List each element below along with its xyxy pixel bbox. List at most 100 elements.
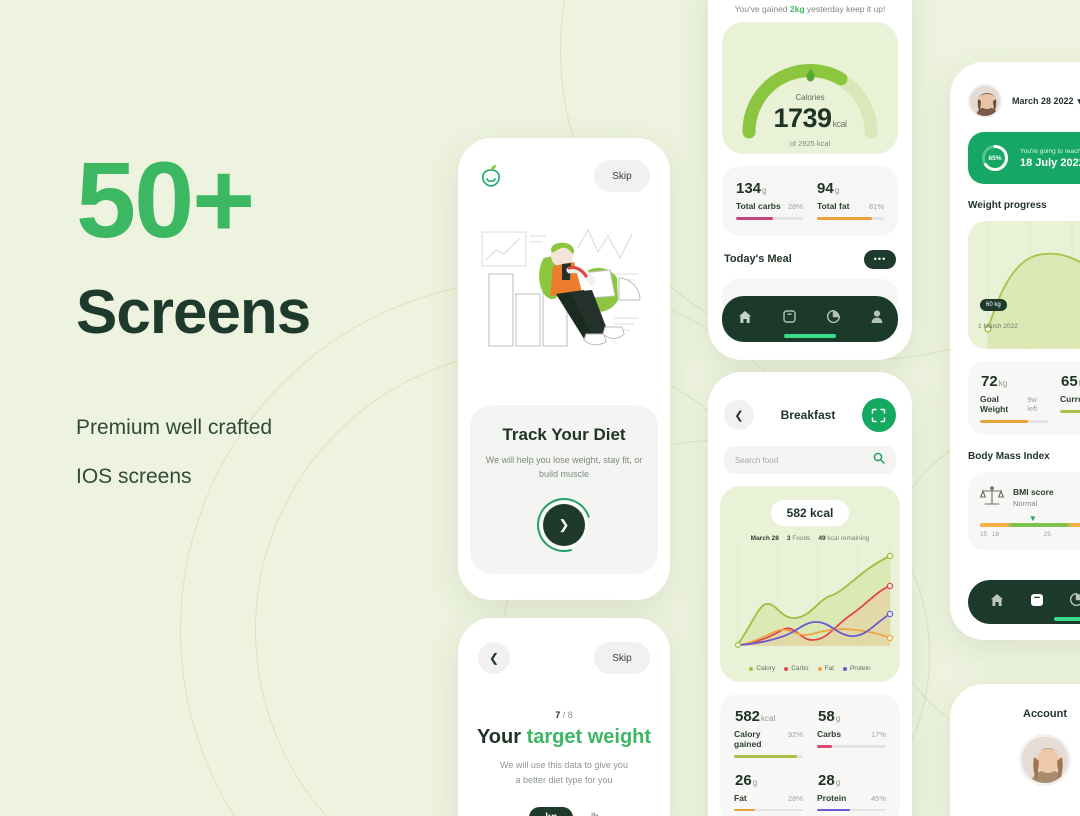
legend-item: Carbs <box>784 665 809 672</box>
nav-active-indicator <box>1054 617 1080 621</box>
weight-item: 72kg Goal Weight 9w left <box>980 373 1048 423</box>
onboarding-illustration <box>481 228 641 347</box>
back-button[interactable]: ❮ <box>724 400 754 430</box>
bottom-nav[interactable] <box>722 296 898 342</box>
phone-dashboard: You've gained 2kg yesterday keep it up! … <box>708 0 912 360</box>
account-title: Account <box>1023 708 1067 720</box>
bmi-status: Normal <box>1013 498 1038 508</box>
stat-unit: kcal <box>761 714 776 723</box>
bmi-tick: 15 <box>980 530 988 538</box>
stat-percent: 92% <box>787 730 803 739</box>
legend-item: Protein <box>842 665 871 672</box>
next-button[interactable]: ❯ <box>527 488 601 562</box>
scale-icon[interactable] <box>782 310 796 328</box>
stat-item: 582kcal Calory gained 92% <box>734 708 803 758</box>
stat-item: 28g Protein 45% <box>817 771 886 811</box>
macro-name: Total carbs <box>736 201 781 211</box>
stat-value: 58 <box>818 708 835 725</box>
bmi-tick: 18 <box>991 530 1000 538</box>
weight-name: Goal Weight <box>980 394 1009 414</box>
stat-percent: 17% <box>870 730 886 739</box>
stat-item: 26g Fat 28% <box>734 772 803 811</box>
scan-icon[interactable] <box>861 398 896 432</box>
meta-remaining-value: 49 <box>818 535 826 542</box>
step-indicator: 7 / 8 <box>458 710 670 720</box>
skip-button[interactable]: Skip <box>594 160 650 192</box>
hero-count: 50+ <box>76 139 255 260</box>
onboarding-title: Track Your Diet <box>502 425 626 444</box>
phone-breakfast: ❮ Breakfast Search food 582 kcal March 2… <box>708 372 912 816</box>
avatar[interactable] <box>1019 734 1071 786</box>
meta-foods-value: 3 <box>786 535 791 542</box>
search-icon[interactable] <box>873 451 885 469</box>
hero-description: Premium well crafted IOS screens <box>76 412 436 493</box>
goal-date: 18 July 2022 <box>1020 156 1080 169</box>
date-selector[interactable]: March 28 2022 ▾ <box>1012 96 1080 107</box>
pie-chart-icon[interactable] <box>826 309 840 328</box>
chart-tooltip: 60 kg <box>980 299 1007 311</box>
nav-home-indicator <box>784 334 836 338</box>
macro-item: 94g Total fat 81% <box>817 180 884 220</box>
chart-meta: March 28 3 Foods 49 kcal remaining <box>720 535 900 542</box>
unit-lb-option[interactable]: lb <box>591 812 599 816</box>
bottom-nav[interactable] <box>968 580 1080 624</box>
phone-account: Account <box>950 684 1080 816</box>
breakfast-title: Breakfast <box>780 408 836 422</box>
weight-summary-card: 72kg Goal Weight 9w left 65kg Current <box>968 361 1080 435</box>
person-icon[interactable] <box>871 310 883 328</box>
pie-chart-icon[interactable] <box>1069 592 1080 611</box>
bmi-header: BMI score Normal <box>979 484 1080 511</box>
weight-progress-section-title: Weight progress <box>968 200 1047 211</box>
macro-value: 134g <box>736 180 803 197</box>
apple-logo-icon <box>478 163 504 189</box>
scale-balance-icon <box>979 484 1005 511</box>
back-button[interactable]: ❮ <box>478 642 510 674</box>
bmi-ticks: 15 18 25 30 <box>980 531 1080 538</box>
stat-value: 28 <box>818 771 835 789</box>
hero-subtitle: Screens <box>76 278 311 347</box>
weight-value: 72 <box>981 373 998 390</box>
home-icon[interactable] <box>990 593 1004 612</box>
calories-target: of 2925 kcal <box>789 139 831 148</box>
macro-unit: g <box>762 186 767 195</box>
calories-gauge-content: Calories 1739kcal of 2925 kcal <box>722 68 898 148</box>
kcal-pill: 582 kcal <box>771 500 849 526</box>
stat-name: Fat <box>734 792 747 803</box>
phone-onboarding: Skip Track Your Diet We will help you lo… <box>458 138 670 600</box>
unit-toggle[interactable]: kg lb <box>458 806 670 816</box>
onboarding-description: We will help you lose weight, stay fit, … <box>485 455 643 480</box>
unit-kg-option[interactable]: kg <box>529 806 573 816</box>
more-options-button[interactable]: ••• <box>864 249 896 269</box>
flame-icon <box>722 68 898 84</box>
macro-percent: 28% <box>787 202 803 211</box>
macro-unit: g <box>834 186 840 195</box>
phone-target-weight: ❮ Skip 7 / 8 Your target weight We will … <box>458 618 670 816</box>
stat-percent: 28% <box>787 793 803 803</box>
weight-value: 65 <box>1061 373 1078 390</box>
weight-note: 9w left <box>1027 395 1038 413</box>
macro-value: 94g <box>817 180 884 197</box>
weight-progress-chart: 60 kg 1 March 2022 <box>968 221 1080 349</box>
weight-name: Current <box>1060 394 1080 404</box>
search-food-input[interactable]: Search food <box>724 446 896 474</box>
macro-number: 134 <box>736 180 762 197</box>
bmi-scale: ▼ <box>980 514 1080 527</box>
goal-progress-ring: 65% <box>980 143 1010 173</box>
search-placeholder: Search food <box>735 455 779 465</box>
bmi-card: BMI score Normal ▼ 15 18 25 30 <box>968 471 1080 550</box>
hero-block: 50+ Screens Premium well crafted IOS scr… <box>76 146 436 493</box>
skip-button[interactable]: Skip <box>594 642 650 674</box>
desc-line1: We will use this data to give you <box>500 760 628 770</box>
home-icon[interactable] <box>738 310 752 329</box>
avatar[interactable] <box>968 84 1002 118</box>
bmi-tick: 25 <box>1043 530 1051 538</box>
bmi-section-title: Body Mass Index <box>968 450 1050 462</box>
meta-remaining-label: kcal remaining <box>827 535 870 542</box>
macro-progress <box>736 217 803 220</box>
banner-post: yesterday keep it up! <box>804 4 886 14</box>
presentation-canvas: 50+ Screens Premium well crafted IOS scr… <box>0 0 1080 816</box>
scale-icon[interactable] <box>1030 593 1044 612</box>
chart-legend: Calory Carbs Fat Protein <box>720 665 900 672</box>
banner-pre: You've gained <box>734 4 790 14</box>
calories-unit: kcal <box>832 119 848 129</box>
